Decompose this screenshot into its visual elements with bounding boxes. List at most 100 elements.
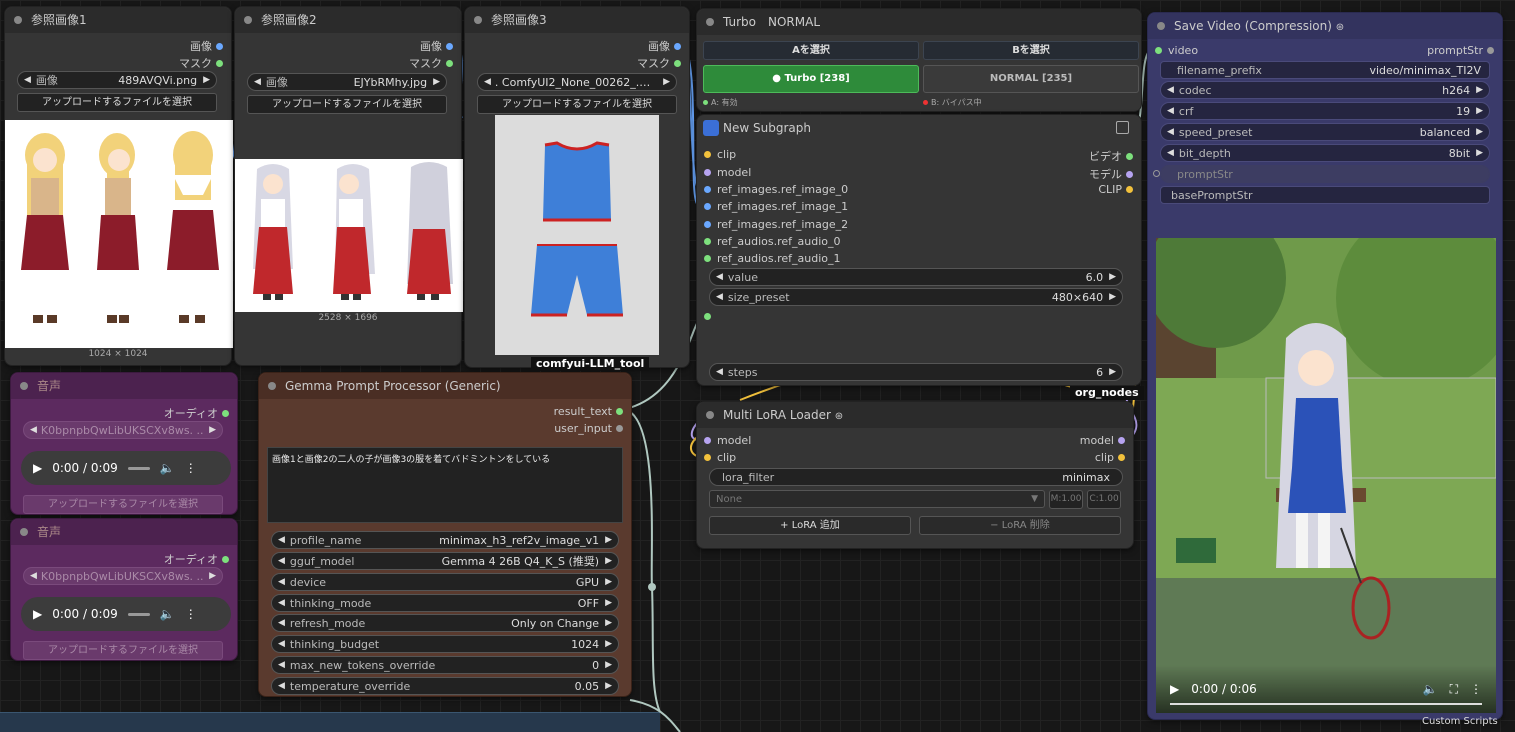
input-extra[interactable] [704,313,711,320]
arrow-right-icon[interactable]: ▶ [605,535,612,545]
upload-button[interactable]: アップロードするファイルを選択 [247,95,447,114]
image-output-dot[interactable] [446,42,453,50]
input-ref-image-2[interactable]: ref_images.ref_image_2 [704,218,848,231]
node-title[interactable]: Turbo NORMAL [697,9,1141,35]
arrow-left-icon[interactable]: ◀ [278,660,285,670]
arrow-right-icon[interactable]: ▶ [1476,85,1483,95]
model-output-dot[interactable] [1118,437,1125,444]
input-ref-audio-0[interactable]: ref_audios.ref_audio_0 [704,235,841,248]
image-output[interactable]: 画像 [420,38,453,54]
arrow-left-icon[interactable]: ◀ [484,77,491,87]
mask-output[interactable]: マスク [409,55,453,71]
image-output[interactable]: 画像 [190,38,223,54]
arrow-right-icon[interactable]: ▶ [1476,106,1483,116]
video-output-dot[interactable] [1126,152,1133,160]
input-ref-image-1[interactable]: ref_images.ref_image_1 [704,200,848,213]
arrow-right-icon[interactable]: ▶ [605,556,612,566]
input-ref-image-0[interactable]: ref_images.ref_image_0 [704,183,848,196]
arrow-right-icon[interactable]: ▶ [605,639,612,649]
volume-icon[interactable]: 🔈 [160,607,175,621]
clip-input-dot[interactable] [704,151,711,158]
arrow-left-icon[interactable]: ◀ [1167,148,1174,158]
ref-image-2-dot[interactable] [704,221,711,228]
node-title[interactable]: Save Video (Compression) ⊛ [1148,13,1502,39]
arrow-right-icon[interactable]: ▶ [203,75,210,85]
multi-lora-node[interactable]: Multi LoRA Loader ⊛ model clip model cli… [696,401,1134,549]
audio-player[interactable]: ▶ 0:00 / 0:09 🔈 ⋮ [21,597,231,631]
ref-image-node-3[interactable]: 参照画像3 画像 マスク ◀. ComfyUI2_None_00262_.png… [464,6,690,371]
result-output-dot[interactable] [616,408,623,415]
mask-output[interactable]: マスク [179,55,223,71]
user-input-dot[interactable] [616,425,623,432]
remove-lora-button[interactable]: − LoRA 削除 [919,516,1121,535]
arrow-left-icon[interactable]: ◀ [716,367,723,377]
arrow-right-icon[interactable]: ▶ [209,571,216,581]
audio-output[interactable]: オーディオ [164,551,229,567]
node-title[interactable]: 参照画像1 [5,7,231,33]
upload-button[interactable]: アップロードするファイルを選択 [23,495,223,514]
ref-audio-1-dot[interactable] [704,255,711,262]
node-title[interactable]: 参照画像2 [235,7,461,33]
play-icon[interactable]: ▶ [33,461,42,475]
node-title[interactable]: 音声 [11,373,237,399]
audio-output-dot[interactable] [222,409,229,417]
ref-image-node-2[interactable]: 参照画像2 画像 マスク ◀ 画像 EJYbRMhy.jpg ▶ アップロードするファ… [234,6,463,366]
prompt-str-widget[interactable]: promptStr [1160,165,1490,183]
input-ref-audio-1[interactable]: ref_audios.ref_audio_1 [704,252,841,265]
video-input-dot[interactable] [1155,47,1162,54]
thinking-mode-widget[interactable]: ◀ thinking_mode OFF ▶ [271,594,619,612]
node-title[interactable]: Multi LoRA Loader ⊛ [697,402,1133,428]
image-combo[interactable]: ◀ 画像 489AVQVi.png ▶ [17,71,217,89]
arrow-right-icon[interactable]: ▶ [433,77,440,87]
speed-preset-widget[interactable]: ◀ speed_preset balanced ▶ [1160,123,1490,141]
video-preview[interactable]: ▶ 0:00 / 0:06 🔈 ⛶ ⋮ [1156,238,1496,713]
add-lora-button[interactable]: + LoRA 追加 [709,516,911,535]
result-text-output[interactable]: result_text [554,405,623,418]
arrow-left-icon[interactable]: ◀ [30,571,37,581]
temperature-widget[interactable]: ◀ temperature_override 0.05 ▶ [271,677,619,695]
arrow-right-icon[interactable]: ▶ [605,618,612,628]
lora-filter-widget[interactable]: lora_filter minimax [709,468,1123,486]
select-a-button[interactable]: Aを選択 [703,41,919,60]
bit-depth-widget[interactable]: ◀ bit_depth 8bit ▶ [1160,144,1490,162]
clip-weight-input[interactable]: C:1.00 [1087,490,1121,509]
model-input-dot[interactable] [704,437,711,444]
arrow-left-icon[interactable]: ◀ [278,556,285,566]
arrow-right-icon[interactable]: ▶ [605,681,612,691]
save-video-node[interactable]: Save Video (Compression) ⊛ video promptS… [1147,12,1503,720]
filename-prefix-widget[interactable]: filename_prefix video/minimax_TI2V [1160,61,1490,79]
subgraph-node[interactable]: New Subgraph clip model ref_images.ref_i… [696,114,1142,386]
arrow-left-icon[interactable]: ◀ [278,618,285,628]
more-icon[interactable]: ⋮ [185,607,197,621]
arrow-left-icon[interactable]: ◀ [716,292,723,302]
open-subgraph-icon[interactable] [1116,121,1129,134]
mask-output[interactable]: マスク [637,55,681,71]
output-video[interactable]: ビデオ [1089,148,1133,164]
arrow-right-icon[interactable]: ▶ [209,425,216,435]
video-progress-bar[interactable] [1170,703,1482,705]
input-model[interactable]: model [704,434,751,447]
gguf-model-widget[interactable]: ◀ gguf_model Gemma 4 26B Q4_K_S (推奨) ▶ [271,552,619,570]
clip-input-dot[interactable] [704,454,711,461]
audio-progress[interactable] [127,466,150,470]
arrow-right-icon[interactable]: ▶ [605,577,612,587]
arrow-left-icon[interactable]: ◀ [30,425,37,435]
device-widget[interactable]: ◀ device GPU ▶ [271,573,619,591]
refresh-mode-widget[interactable]: ◀ refresh_mode Only on Change ▶ [271,614,619,632]
arrow-left-icon[interactable]: ◀ [278,681,285,691]
ref-image-1-dot[interactable] [704,203,711,210]
arrow-right-icon[interactable]: ▶ [605,660,612,670]
ref-image-node-1[interactable]: 参照画像1 画像 マスク ◀ 画像 489AVQVi.png ▶ アップロードするファ… [4,6,233,366]
audio-output-dot[interactable] [222,555,229,563]
arrow-right-icon[interactable]: ▶ [1109,272,1116,282]
turbo-switch-node[interactable]: Turbo NORMAL Aを選択 Bを選択 ● Turbo [238] NOR… [696,8,1142,112]
mask-output-dot[interactable] [674,59,681,67]
image-combo[interactable]: ◀. ComfyUI2_None_00262_.png ▶ [477,73,677,91]
arrow-right-icon[interactable]: ▶ [1109,292,1116,302]
prompt-output-dot[interactable] [1487,47,1494,54]
play-icon[interactable]: ▶ [1170,682,1179,696]
input-clip[interactable]: clip [704,148,736,161]
steps-widget[interactable]: ◀ steps 6 ▶ [709,363,1123,381]
arrow-left-icon[interactable]: ◀ [278,535,285,545]
arrow-right-icon[interactable]: ▶ [663,77,670,87]
